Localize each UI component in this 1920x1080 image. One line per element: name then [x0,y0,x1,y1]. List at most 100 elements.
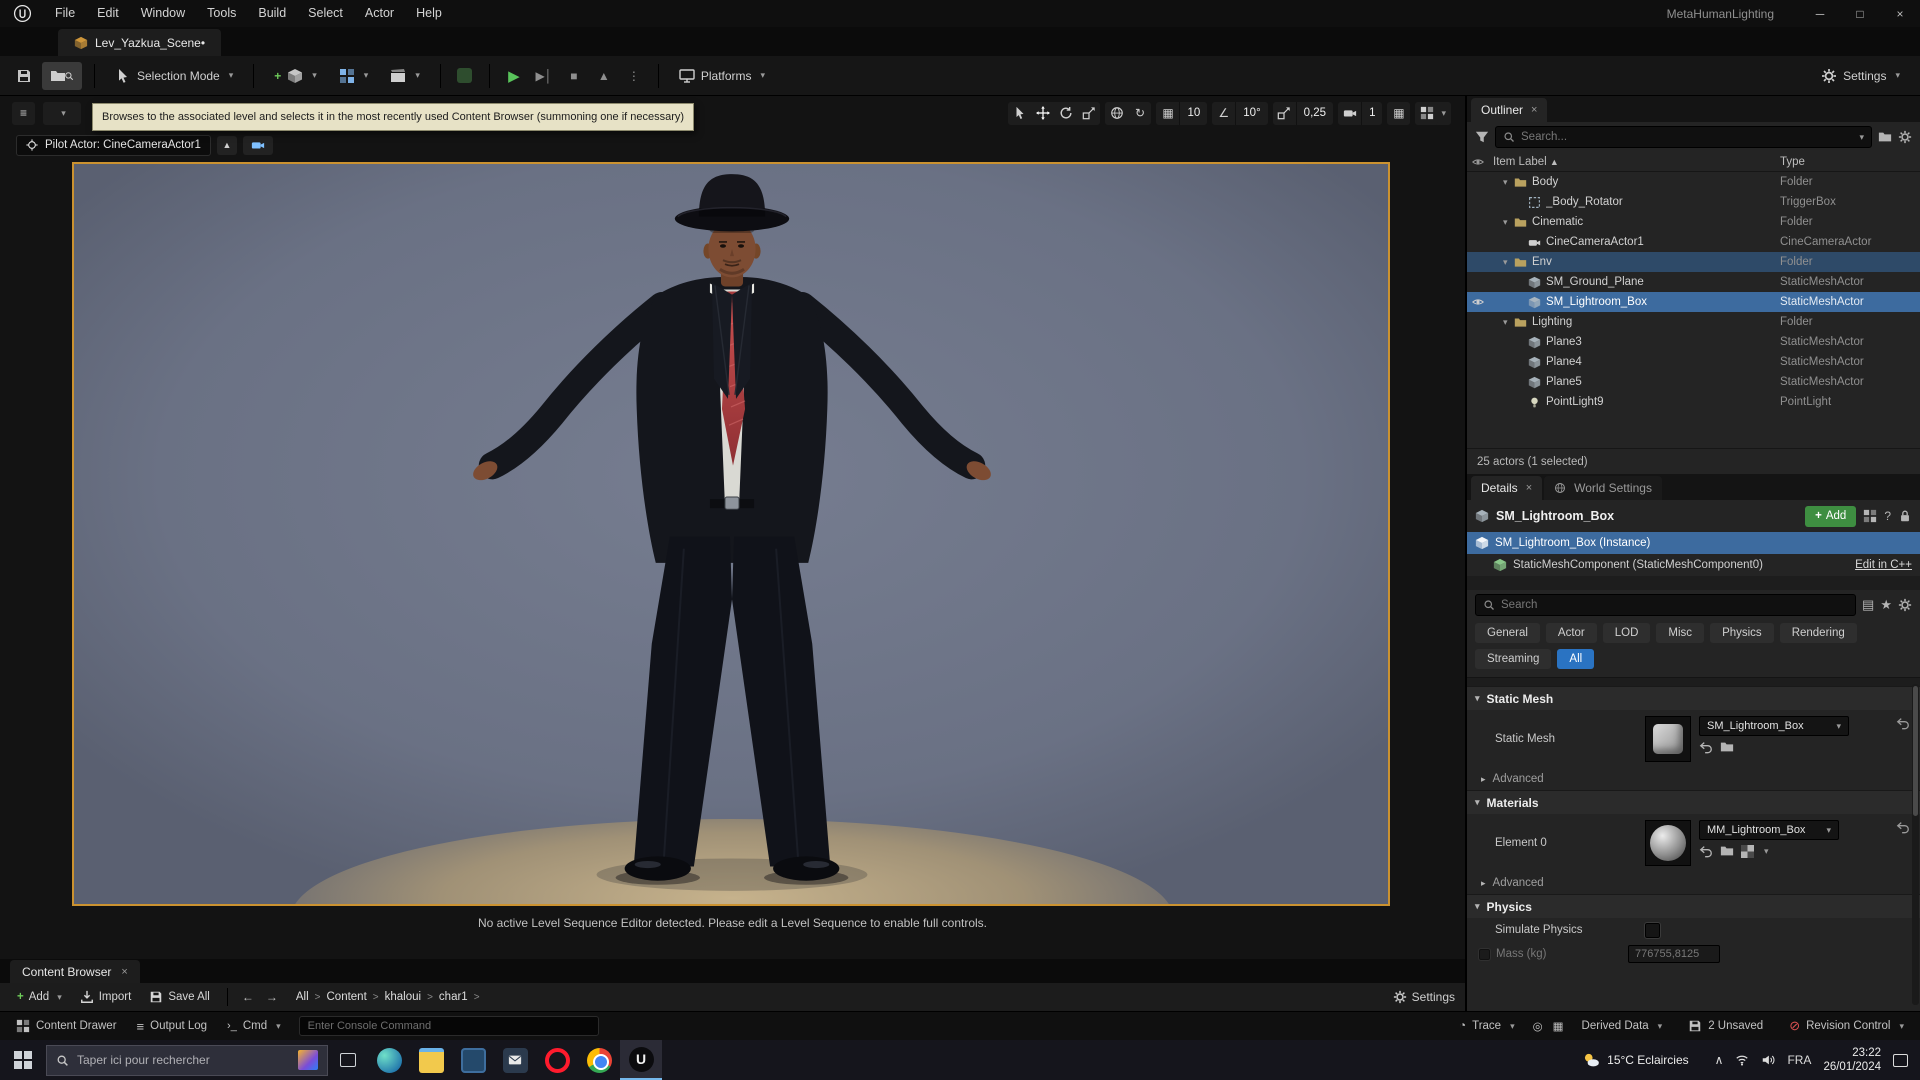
lock-icon[interactable] [1898,509,1912,523]
revision-control-button[interactable]: ⊘ Revision Control ▾ [1781,1015,1912,1038]
filter-lod[interactable]: LOD [1602,623,1651,643]
camera-speed-value[interactable]: 1 [1361,101,1382,125]
new-folder-icon[interactable] [1878,130,1892,144]
instance-row[interactable]: SM_Lightroom_Box (Instance) [1467,532,1920,554]
add-component-button[interactable]: + Add [1805,505,1857,527]
expand-chevron-icon[interactable]: ▾ [1503,217,1514,228]
stop-button[interactable]: ■ [562,64,586,88]
move-tool-button[interactable] [1031,102,1054,125]
taskbar-search[interactable] [46,1044,328,1076]
taskbar-app-unreal[interactable]: U [620,1040,662,1080]
content-browser-tab[interactable]: Content Browser × [10,960,140,983]
gear-icon[interactable] [1393,990,1407,1004]
filter-physics[interactable]: Physics [1710,623,1774,643]
taskbar-app-photos[interactable] [452,1040,494,1080]
taskbar-app-chrome[interactable] [578,1040,620,1080]
browse-to-content-button[interactable] [42,61,82,90]
breadcrumb-all[interactable]: All [294,991,311,1003]
breadcrumb-char1[interactable]: char1 [437,991,470,1003]
cb-forward-button[interactable]: → [262,985,282,1009]
grid-snap-icon[interactable]: ▦ [1156,101,1180,125]
tray-expand-chevron[interactable]: ∧ [1715,1053,1724,1067]
camera-speed-icon[interactable] [1338,101,1362,125]
details-search[interactable] [1475,594,1857,616]
output-log-button[interactable]: ≡ Output Log [129,1015,216,1038]
outliner-search[interactable]: ▾ [1495,126,1872,148]
scale-snap-control[interactable]: 0,25 [1272,101,1334,125]
play-button[interactable]: ▶ [502,64,526,88]
taskbar-app-mail[interactable] [494,1040,536,1080]
scale-snap-icon[interactable] [1272,101,1296,125]
viewport-layout-button[interactable]: ▾ [1415,101,1451,125]
material-dropdown[interactable]: MM_Lightroom_Box ▾ [1699,820,1839,840]
section-physics[interactable]: ▾ Physics [1467,894,1920,918]
cmd-dropdown[interactable]: ›_ Cmd ▾ [219,1015,289,1038]
outliner-row-CineCameraActor1[interactable]: CineCameraActor1 CineCameraActor [1467,232,1920,252]
visibility-column-icon[interactable] [1467,156,1489,168]
browse-to-asset-icon[interactable] [1720,844,1734,858]
simulate-physics-checkbox[interactable] [1644,921,1661,939]
menu-select[interactable]: Select [297,6,354,20]
menu-help[interactable]: Help [405,6,453,20]
cb-settings-label[interactable]: Settings [1412,990,1455,1004]
selection-mode-dropdown[interactable]: Selection Mode ▾ [107,62,241,90]
scale-tool-button[interactable] [1077,102,1100,125]
cb-back-button[interactable]: ← [238,985,258,1009]
grid-snap-control[interactable]: ▦ 10 [1156,101,1208,125]
menu-actor[interactable]: Actor [354,6,405,20]
pilot-camera-view-toggle[interactable] [242,135,273,155]
outliner-row-_Body_Rotator[interactable]: _Body_Rotator TriggerBox [1467,192,1920,212]
filter-actor[interactable]: Actor [1545,623,1597,643]
wifi-icon[interactable] [1735,1053,1749,1067]
menu-window[interactable]: Window [130,6,196,20]
details-scrollbar[interactable] [1912,684,1919,1005]
angle-snap-icon[interactable]: ∠ [1212,101,1236,125]
item-label-column[interactable]: Item Label ▲ [1489,156,1780,168]
grid-status-icon[interactable]: ▦ [1553,1019,1564,1033]
grid-snap-value[interactable]: 10 [1179,101,1207,125]
cb-add-button[interactable]: + Add ▾ [10,986,69,1008]
scale-snap-value[interactable]: 0,25 [1295,101,1333,125]
browse-to-asset-icon[interactable] [1720,740,1734,754]
menu-file[interactable]: File [44,6,86,20]
expand-chevron-icon[interactable]: ▾ [1503,177,1514,188]
start-button[interactable] [0,1040,46,1080]
content-drawer-button[interactable]: Content Drawer [8,1015,125,1038]
outliner-header[interactable]: Item Label ▲ Type [1467,152,1920,172]
outliner-search-input[interactable] [1521,131,1851,143]
details-tab[interactable]: Details × [1471,476,1543,500]
highlight-material-icon[interactable] [1741,844,1754,858]
settings-dropdown[interactable]: Settings ▾ [1813,62,1908,90]
minimize-button[interactable]: ─ [1800,0,1840,27]
outliner-row-Plane4[interactable]: Plane4 StaticMeshActor [1467,352,1920,372]
viewport-3d[interactable] [72,162,1390,906]
derived-data-dropdown[interactable]: Derived Data ▾ [1574,1015,1671,1038]
add-actor-button[interactable]: + ▾ [266,62,325,90]
unreal-logo-icon[interactable] [0,4,44,23]
stop-piloting-button[interactable]: ▲ [216,135,237,155]
cinematics-button[interactable]: ▾ [382,62,428,90]
favorites-icon[interactable]: ★ [1880,597,1892,613]
type-column[interactable]: Type [1780,156,1920,168]
cycle-transform-button[interactable]: ↻ [1128,102,1151,125]
column-view-icon[interactable]: ▤ [1862,597,1874,613]
taskbar-app-opera[interactable] [536,1040,578,1080]
surface-snap-button[interactable]: ▦ [1387,101,1411,125]
launch-button[interactable]: ▲ [592,64,616,88]
camera-speed-control[interactable]: 1 [1338,101,1383,125]
outliner-row-Plane3[interactable]: Plane3 StaticMeshActor [1467,332,1920,352]
edit-in-cpp-link[interactable]: Edit in C++ [1855,559,1912,571]
use-selected-icon[interactable] [1699,844,1713,858]
taskbar-app-edge[interactable] [368,1040,410,1080]
filter-general[interactable]: General [1475,623,1540,643]
filter-funnel-icon[interactable] [1475,130,1489,144]
cb-save-all-button[interactable]: Save All [142,986,217,1008]
outliner-row-Body[interactable]: ▾ Body Folder [1467,172,1920,192]
static-mesh-dropdown[interactable]: SM_Lightroom_Box ▾ [1699,716,1849,736]
component-row[interactable]: StaticMeshComponent (StaticMeshComponent… [1467,554,1920,576]
visibility-eye-icon[interactable] [1467,296,1489,308]
close-icon[interactable]: × [121,966,127,978]
expand-chevron-icon[interactable]: ▾ [1503,257,1514,268]
menu-edit[interactable]: Edit [86,6,130,20]
material-thumbnail[interactable] [1645,820,1691,866]
